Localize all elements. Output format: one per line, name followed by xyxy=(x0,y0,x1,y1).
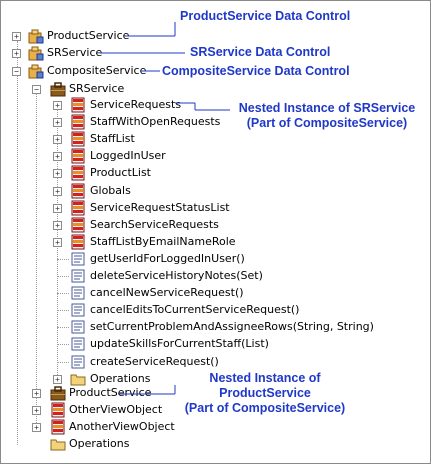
expand-toggle[interactable]: + xyxy=(53,169,62,178)
callout-nested-sr-service: Nested Instance of SRService (Part of Co… xyxy=(232,101,422,131)
tree-node-label: setCurrentProblemAndAssigneeRows(String,… xyxy=(90,320,374,333)
data-control-icon xyxy=(28,29,44,44)
tree-node-label: SRService xyxy=(47,46,103,59)
method-icon xyxy=(71,320,85,334)
view-object-icon xyxy=(51,402,65,418)
tree-node-label: cancelNewServiceRequest() xyxy=(90,286,244,299)
tree-guide-line xyxy=(36,89,37,425)
collapse-toggle[interactable]: − xyxy=(12,67,21,76)
callout-composite-service: CompositeService Data Control xyxy=(162,64,350,78)
expand-toggle[interactable]: + xyxy=(12,49,21,58)
tree-guide-line xyxy=(17,41,18,445)
view-object-icon xyxy=(71,200,85,216)
tree-guide-line xyxy=(57,259,69,260)
tree-node-label: createServiceRequest() xyxy=(90,355,219,368)
expand-toggle[interactable]: + xyxy=(32,406,41,415)
method-icon xyxy=(71,252,85,266)
tree-node-label: ServiceRequestStatusList xyxy=(90,201,230,214)
view-object-icon xyxy=(71,234,85,250)
callout-line-2: ProductService xyxy=(219,386,311,400)
callout-sr-service: SRService Data Control xyxy=(190,45,331,59)
tree-guide-line xyxy=(57,344,69,345)
folder-icon xyxy=(50,439,66,451)
tree-node-label: ProductService xyxy=(69,386,152,399)
tree-node-label: SRService xyxy=(69,82,125,95)
view-object-icon xyxy=(51,419,65,435)
tree-node-label: SearchServiceRequests xyxy=(90,218,219,231)
tree-node-label: CompositeService xyxy=(47,64,147,77)
expand-toggle[interactable]: + xyxy=(32,423,41,432)
tree-guide-line xyxy=(57,293,69,294)
callout-product-service: ProductService Data Control xyxy=(180,9,351,23)
data-control-icon xyxy=(28,64,44,79)
tree-node-label: ProductService xyxy=(47,29,130,42)
tree-node-label: StaffWithOpenRequests xyxy=(90,115,221,128)
view-object-icon xyxy=(71,217,85,233)
tree-node-label: OtherViewObject xyxy=(69,403,163,416)
tree-node-label: deleteServiceHistoryNotes(Set) xyxy=(90,269,263,282)
tree-guide-line xyxy=(57,310,69,311)
view-object-icon xyxy=(71,97,85,113)
view-object-icon xyxy=(71,131,85,147)
briefcase-icon xyxy=(50,82,66,97)
callout-line-3: (Part of CompositeService) xyxy=(184,401,346,415)
expand-toggle[interactable]: + xyxy=(12,32,21,41)
callout-nested-product-service: Nested Instance of ProductService (Part … xyxy=(175,371,355,416)
tree-guide-line xyxy=(57,276,69,277)
tree-node-label: AnotherViewObject xyxy=(69,420,175,433)
view-object-icon xyxy=(71,183,85,199)
tree-node-label: updateSkillsForCurrentStaff(List) xyxy=(90,337,269,350)
tree-guide-line xyxy=(57,362,69,363)
callout-line-1: Nested Instance of SRService xyxy=(238,101,416,115)
expand-toggle[interactable]: + xyxy=(32,389,41,398)
tree-node-label: getUserIdForLoggedInUser() xyxy=(90,252,245,265)
view-object-icon xyxy=(71,165,85,181)
tree-guide-line xyxy=(57,327,69,328)
tree-node-label: Operations xyxy=(69,437,130,450)
tree-node-label: Operations xyxy=(90,372,151,385)
expand-toggle[interactable]: + xyxy=(53,221,62,230)
briefcase-icon xyxy=(50,386,66,401)
view-object-icon xyxy=(71,114,85,130)
callout-line-2: (Part of CompositeService) xyxy=(246,116,408,130)
expand-toggle[interactable]: + xyxy=(53,187,62,196)
method-icon xyxy=(71,303,85,317)
expand-toggle[interactable]: + xyxy=(53,238,62,247)
expand-toggle[interactable]: + xyxy=(53,375,62,384)
view-object-icon xyxy=(71,148,85,164)
method-icon xyxy=(71,337,85,351)
tree-node-label: StaffListByEmailNameRole xyxy=(90,235,236,248)
tree-node-label: Globals xyxy=(90,184,131,197)
tree-node-label: ServiceRequests xyxy=(90,98,182,111)
tree-node-label: LoggedInUser xyxy=(90,149,166,162)
method-icon xyxy=(71,355,85,369)
expand-toggle[interactable]: + xyxy=(53,152,62,161)
tree-node-label: ProductList xyxy=(90,166,151,179)
expand-toggle[interactable]: + xyxy=(53,118,62,127)
data-control-icon xyxy=(28,46,44,61)
folder-icon xyxy=(70,374,86,386)
expand-toggle[interactable]: + xyxy=(53,204,62,213)
collapse-toggle[interactable]: − xyxy=(32,85,41,94)
method-icon xyxy=(71,286,85,300)
method-icon xyxy=(71,269,85,283)
expand-toggle[interactable]: + xyxy=(53,101,62,110)
tree-node-label: StaffList xyxy=(90,132,135,145)
tree-node-label: cancelEditsToCurrentServiceRequest() xyxy=(90,303,300,316)
callout-line-1: Nested Instance of xyxy=(209,371,321,385)
expand-toggle[interactable]: + xyxy=(53,135,62,144)
